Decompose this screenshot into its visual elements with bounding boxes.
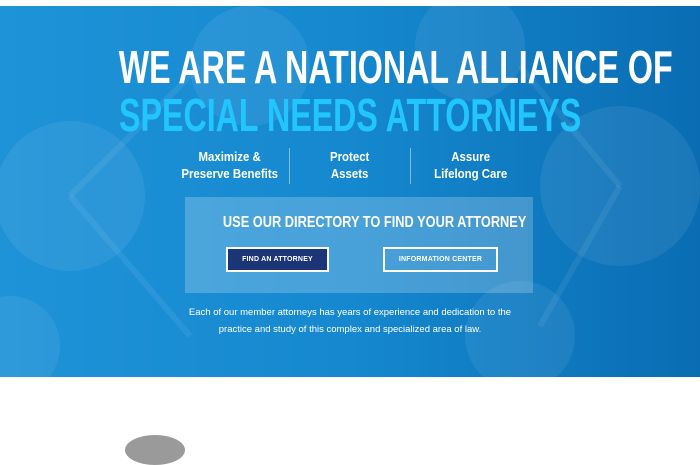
information-center-button[interactable]: INFORMATION CENTER [383,247,498,272]
hero-description: Each of our member attorneys has years o… [150,304,550,338]
divider [289,148,291,184]
find-attorney-button[interactable]: FIND AN ATTORNEY [226,247,329,272]
hero-title-line1: WE ARE A NATIONAL ALLIANCE OF [118,41,673,93]
profile-image [125,435,185,465]
hero-section: WE ARE A NATIONAL ALLIANCE OF SPECIAL NE… [0,6,700,377]
divider [409,148,411,184]
directory-panel: USE OUR DIRECTORY TO FIND YOUR ATTORNEY … [185,197,533,293]
feature-benefits: Maximize & Preserve Benefits [177,148,282,184]
feature-text: Maximize & [198,149,261,164]
directory-title: USE OUR DIRECTORY TO FIND YOUR ATTORNEY [222,214,527,231]
feature-text: Preserve Benefits [181,166,278,181]
feature-text: Assure [450,149,490,164]
feature-text: Assets [331,166,369,181]
feature-list: Maximize & Preserve Benefits Protect Asset… [170,148,530,184]
description-text: Each of our member attorneys has years o… [188,307,512,318]
feature-care: Assure Lifelong Care [418,148,523,184]
hero-title-line2: SPECIAL NEEDS ATTORNEYS [118,89,582,141]
feature-text: Protect [330,149,370,164]
description-text: practice and study of this complex and s… [218,324,482,335]
feature-text: Lifelong Care [433,166,507,181]
feature-assets: Protect Assets [297,148,402,184]
